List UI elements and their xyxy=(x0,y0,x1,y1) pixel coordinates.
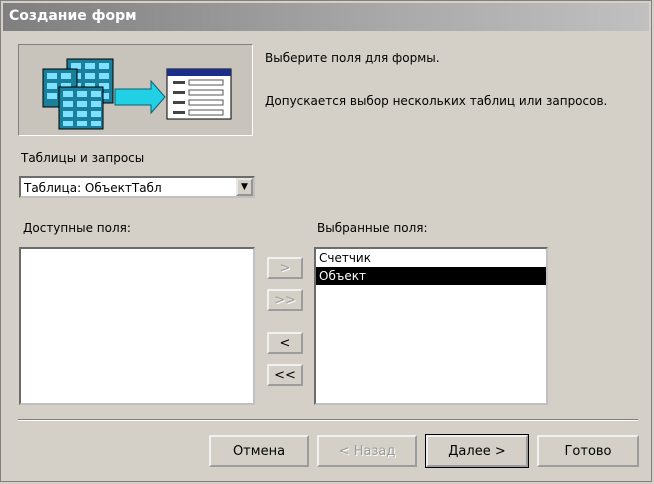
add-all-fields-button[interactable]: >> xyxy=(267,289,303,311)
title-bar: Создание форм xyxy=(3,3,649,31)
available-fields-label: Доступные поля: xyxy=(23,221,131,235)
selected-fields-label: Выбранные поля: xyxy=(317,221,428,235)
tables-queries-label: Таблицы и запросы xyxy=(21,151,145,165)
finish-button[interactable]: Готово xyxy=(537,435,639,467)
window-title: Создание форм xyxy=(9,8,137,24)
footer-divider xyxy=(18,419,638,421)
tables-queries-select[interactable]: Таблица: ОбъектТабл ▼ xyxy=(19,176,255,198)
form-wizard-dialog: Создание форм Выберите поля для формы. Д… xyxy=(0,0,652,482)
list-item[interactable]: Счетчик xyxy=(316,249,546,267)
selected-fields-list[interactable]: Счетчик Объект xyxy=(314,247,548,405)
available-fields-list[interactable] xyxy=(19,247,255,405)
tables-queries-value: Таблица: ОбъектТабл xyxy=(24,181,162,195)
list-item-selected[interactable]: Объект xyxy=(316,267,546,285)
back-button[interactable]: < Назад xyxy=(317,435,417,467)
next-button[interactable]: Далее > xyxy=(425,434,529,468)
cancel-button[interactable]: Отмена xyxy=(209,435,309,467)
remove-all-fields-button[interactable]: << xyxy=(267,364,303,386)
table-to-form-icon xyxy=(42,58,232,130)
wizard-illustration xyxy=(18,44,253,136)
remove-field-button[interactable]: < xyxy=(267,332,303,354)
chevron-down-icon[interactable]: ▼ xyxy=(236,178,253,196)
intro-note: Допускается выбор нескольких таблиц или … xyxy=(265,94,608,108)
intro-instruction: Выберите поля для формы. xyxy=(265,51,440,65)
add-field-button[interactable]: > xyxy=(267,257,303,279)
